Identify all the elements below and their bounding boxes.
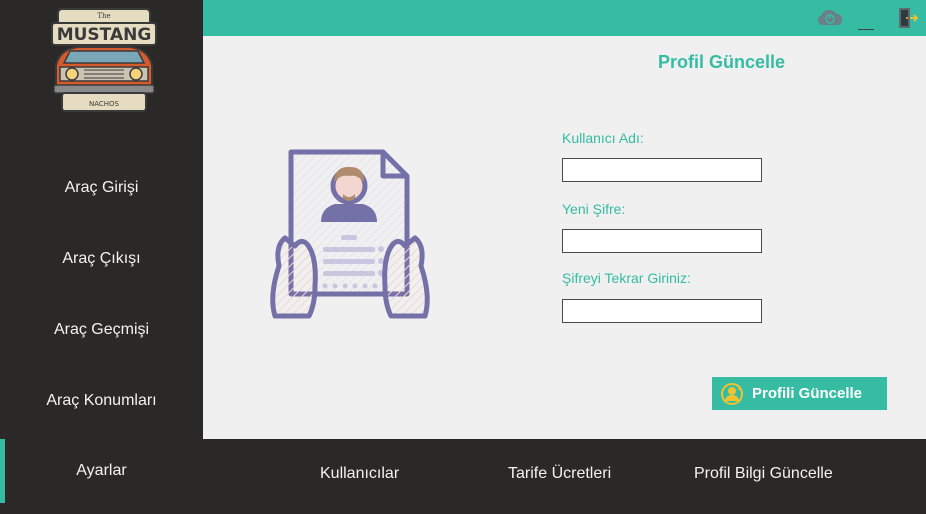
svg-text:NACHOS: NACHOS (89, 100, 120, 108)
cloud-power-icon[interactable] (817, 6, 843, 30)
username-label: Kullanıcı Adı: (562, 130, 644, 146)
exit-door-icon[interactable] (895, 6, 919, 30)
confirm-password-label: Şifreyi Tekrar Giriniz: (562, 270, 691, 286)
active-indicator (0, 439, 5, 503)
profile-update-panel: Profil Güncelle Kullanıcı Adı: Yeni Şifr… (203, 36, 926, 439)
svg-text:MUSTANG: MUSTANG (57, 25, 152, 45)
update-profile-button[interactable]: Profili Güncelle (712, 377, 887, 410)
sidebar-item-arac-konumlari[interactable]: Araç Konumları (0, 371, 203, 431)
sidebar-item-arac-gecmisi[interactable]: Araç Geçmişi (0, 300, 203, 360)
top-bar: __ (203, 0, 926, 36)
new-password-label: Yeni Şifre: (562, 201, 626, 217)
minimize-icon: __ (858, 14, 874, 30)
sidebar-item-arac-girisi[interactable]: Araç Girişi (0, 158, 203, 218)
confirm-password-input[interactable] (562, 299, 762, 323)
mustang-logo: The MUSTANG NACHOS (48, 7, 160, 115)
sidebar-item-label: Ayarlar (76, 462, 127, 479)
sidebar-item-ayarlar[interactable]: Ayarlar (0, 439, 203, 503)
profile-document-illustration (265, 146, 435, 326)
new-password-input[interactable] (562, 229, 762, 253)
svg-text:The: The (97, 12, 110, 20)
sidebar-item-label: Araç Konumları (46, 392, 157, 409)
sidebar-item-label: Araç Girişi (64, 179, 139, 196)
update-profile-label: Profili Güncelle (752, 385, 863, 402)
user-refresh-icon (720, 382, 744, 406)
tab-tarife-ucretleri[interactable]: Tarife Ücretleri (508, 465, 611, 483)
username-input[interactable] (562, 158, 762, 182)
tab-kullanicilar[interactable]: Kullanıcılar (320, 465, 399, 483)
sidebar-item-label: Araç Çıkışı (62, 250, 141, 267)
minimize-button[interactable]: __ (855, 6, 877, 30)
bottom-tab-bar: Kullanıcılar Tarife Ücretleri Profil Bil… (203, 439, 926, 514)
sidebar-item-arac-cikisi[interactable]: Araç Çıkışı (0, 229, 203, 289)
tab-profil-bilgi-guncelle[interactable]: Profil Bilgi Güncelle (694, 465, 833, 483)
page-title: Profil Güncelle (658, 52, 786, 72)
sidebar: The MUSTANG NACHOS Araç Girişi Araç Çıkı… (0, 0, 203, 514)
sidebar-item-label: Araç Geçmişi (53, 321, 150, 338)
